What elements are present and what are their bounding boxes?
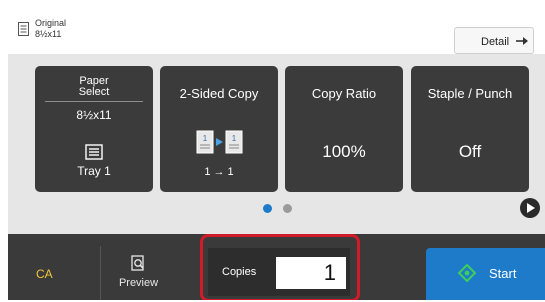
preview-label: Preview [118,277,159,289]
two-sided-copy-value: 1 → 1 [204,166,234,178]
diamond-start-icon [458,264,476,282]
copies-input[interactable] [276,257,346,289]
copy-ratio-title: Copy Ratio [311,86,377,101]
copies-control: Copies [208,248,350,296]
copy-screen: Original 8½x11 Detail Paper Select 8½x11… [8,8,545,300]
page-dot[interactable] [283,204,292,213]
arrow-right-icon [516,37,528,45]
two-sided-copy-tile[interactable]: 2-Sided Copy 1 1 1 → 1 [160,66,278,192]
start-button[interactable]: Start [426,248,545,300]
paper-select-title-line2: Select [78,86,110,98]
paper-size-value: 8½x11 [76,108,112,122]
top-bar: Original 8½x11 Detail [8,8,545,54]
preview-button[interactable]: Preview [100,246,176,300]
tile-divider [45,101,143,102]
start-label: Start [489,266,517,281]
copy-ratio-tile[interactable]: Copy Ratio 100% [285,66,403,192]
paper-select-tile[interactable]: Paper Select 8½x11 Tray 1 [35,66,153,192]
next-page-button[interactable] [520,198,540,218]
two-sided-copy-title: 2-Sided Copy [179,86,259,101]
staple-punch-tile[interactable]: Staple / Punch Off [411,66,529,192]
page-indicator [259,204,299,214]
clear-all-button[interactable]: CA [8,246,100,300]
svg-text:1: 1 [232,134,237,143]
page-dot[interactable] [263,204,272,213]
chevron-right-icon [527,203,535,213]
tray-icon [85,144,103,160]
svg-text:1: 1 [203,134,208,143]
bottom-bar: CA Preview Copies Start [8,234,545,300]
detail-label: Detail [481,36,510,48]
detail-button[interactable]: Detail [454,27,534,54]
tray-value: Tray 1 [77,164,111,178]
duplex-pages-icon: 1 1 [196,130,243,154]
staple-punch-title: Staple / Punch [427,86,513,101]
document-lines-icon [18,22,29,36]
magnifier-document-icon [131,255,144,271]
original-label: Original [35,18,67,28]
clear-all-label: CA [36,267,53,281]
copy-ratio-value: 100% [322,142,366,161]
staple-punch-value: Off [458,142,482,161]
copies-label: Copies [222,266,257,278]
original-size: 8½x11 [35,29,62,39]
